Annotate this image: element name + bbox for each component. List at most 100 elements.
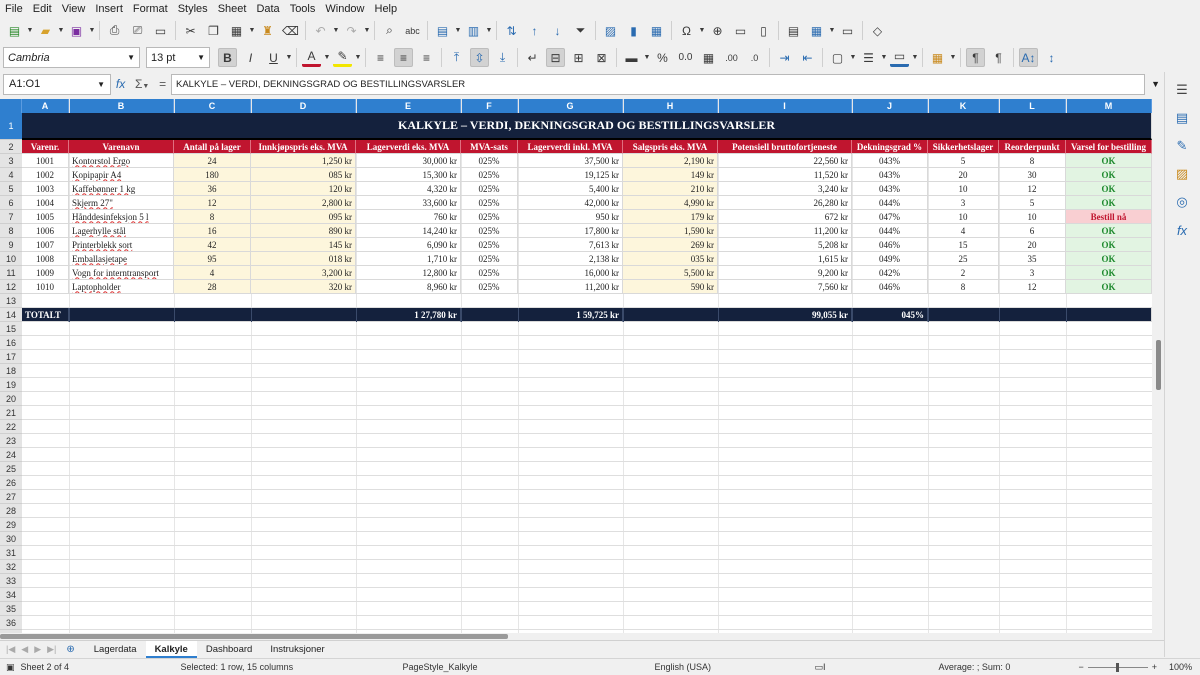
row-header[interactable]: 7 — [0, 210, 22, 224]
table-cell[interactable]: 42 — [174, 238, 251, 252]
row-header[interactable]: 26 — [0, 476, 22, 490]
row-header[interactable]: 8 — [0, 224, 22, 238]
text-direction-icon[interactable]: ↕ — [1042, 48, 1061, 67]
table-cell[interactable]: 4 — [928, 224, 999, 238]
chevron-down-icon[interactable]: ▼ — [57, 21, 65, 40]
sheet-tab-lagerdata[interactable]: Lagerdata — [85, 641, 146, 658]
select-all-corner[interactable] — [0, 99, 22, 113]
borders-icon[interactable]: ▢ — [828, 48, 847, 67]
table-cell[interactable]: 1002 — [22, 168, 69, 182]
total-cell[interactable]: 1 59,725 kr — [518, 308, 623, 322]
left-to-right-icon[interactable]: ¶ — [966, 48, 985, 67]
table-cell[interactable]: 37,500 kr — [518, 154, 623, 168]
table-cell[interactable]: 12 — [999, 182, 1066, 196]
total-cell[interactable]: TOTALT — [22, 308, 69, 322]
table-cell[interactable]: 1,590 kr — [623, 224, 718, 238]
column-header[interactable]: F — [461, 99, 518, 113]
align-top-icon[interactable]: ⤒ — [447, 48, 466, 67]
sum-icon[interactable]: Σ▼ — [135, 77, 149, 91]
row-header[interactable]: 6 — [0, 196, 22, 210]
row-header[interactable]: 24 — [0, 448, 22, 462]
sheet-tab-kalkyle[interactable]: Kalkyle — [145, 641, 197, 658]
define-print-area-icon[interactable]: ▤ — [784, 21, 803, 40]
header-cell[interactable]: Varsel for bestilling — [1066, 140, 1152, 154]
table-cell[interactable]: 20 — [928, 168, 999, 182]
unmerge-cells-icon[interactable]: ⊠ — [592, 48, 611, 67]
table-cell[interactable]: 760 kr — [356, 210, 461, 224]
cut-icon[interactable]: ✂ — [181, 21, 200, 40]
table-cell[interactable]: 3 — [999, 266, 1066, 280]
row-header[interactable]: 5 — [0, 182, 22, 196]
underline-icon[interactable]: U — [264, 48, 283, 67]
table-cell[interactable]: 8,960 kr — [356, 280, 461, 294]
menu-item-edit[interactable]: Edit — [28, 3, 57, 15]
language[interactable]: English (USA) — [655, 662, 815, 672]
table-cell[interactable]: OK — [1066, 154, 1152, 168]
table-cell[interactable]: 30,000 kr — [356, 154, 461, 168]
number-format-icon[interactable]: 0.0 — [676, 48, 695, 67]
split-window-icon[interactable]: ▭ — [838, 21, 857, 40]
chevron-down-icon[interactable]: ▼ — [643, 48, 651, 67]
column-header[interactable]: I — [718, 99, 852, 113]
column-header[interactable]: E — [356, 99, 461, 113]
print-preview-icon[interactable]: ▭ — [151, 21, 170, 40]
column-header[interactable]: B — [69, 99, 174, 113]
header-cell[interactable]: Reorderpunkt — [999, 140, 1066, 154]
table-cell[interactable]: 28 — [174, 280, 251, 294]
table-cell[interactable]: 025% — [461, 154, 518, 168]
function-wizard-icon[interactable]: fx — [116, 77, 125, 91]
sort-ascending-icon[interactable]: ↑ — [525, 21, 544, 40]
chevron-down-icon[interactable]: ▼ — [698, 21, 706, 40]
chevron-down-icon[interactable]: ▼ — [88, 21, 96, 40]
table-cell[interactable]: 6,090 kr — [356, 238, 461, 252]
row-header[interactable]: 30 — [0, 532, 22, 546]
open-folder-icon[interactable]: ▰ — [36, 21, 55, 40]
chevron-down-icon[interactable]: ▼ — [880, 48, 888, 67]
table-cell[interactable]: 1,710 kr — [356, 252, 461, 266]
table-cell[interactable]: 95 — [174, 252, 251, 266]
new-document-icon[interactable]: ▤ — [5, 21, 24, 40]
hamburger-menu-icon[interactable]: ☰ — [1172, 80, 1192, 100]
table-cell[interactable]: 30 — [999, 168, 1066, 182]
chevron-down-icon[interactable]: ▼ — [363, 21, 371, 40]
font-color-icon[interactable]: A — [302, 48, 321, 67]
spreadsheet-grid[interactable]: ABCDEFGHIJKLM 1 2 3 4 5 6 7 8 9 10 11 12 13 14 15 16 17 1… — [0, 99, 1152, 633]
navigator-icon[interactable]: ◎ — [1172, 192, 1192, 212]
gallery-icon[interactable]: ▨ — [1172, 164, 1192, 184]
row-header[interactable]: 29 — [0, 518, 22, 532]
vertical-scroll-thumb[interactable] — [1156, 340, 1161, 390]
header-cell[interactable]: Dekningsgrad % — [852, 140, 928, 154]
border-color-icon[interactable]: ▭ — [890, 48, 909, 67]
table-cell[interactable]: 7,560 kr — [718, 280, 852, 294]
column-header[interactable]: J — [852, 99, 928, 113]
hyperlink-icon[interactable]: ⊕ — [708, 21, 727, 40]
table-cell[interactable]: Kontorstol Ergo — [69, 154, 174, 168]
table-cell[interactable]: 33,600 kr — [356, 196, 461, 210]
table-cell[interactable]: 4,320 kr — [356, 182, 461, 196]
row-header[interactable]: 13 — [0, 294, 22, 308]
row-header[interactable]: 31 — [0, 546, 22, 560]
autofilter-icon[interactable]: ⏷ — [571, 21, 590, 40]
table-cell[interactable]: OK — [1066, 280, 1152, 294]
table-cell[interactable]: 8 — [174, 210, 251, 224]
table-cell[interactable]: 950 kr — [518, 210, 623, 224]
spelling-icon[interactable]: abc — [403, 21, 422, 40]
table-cell[interactable]: OK — [1066, 238, 1152, 252]
italic-icon[interactable]: I — [241, 48, 260, 67]
table-cell[interactable]: 42,000 kr — [518, 196, 623, 210]
column-header[interactable]: M — [1066, 99, 1152, 113]
properties-icon[interactable]: ▤ — [1172, 108, 1192, 128]
chevron-down-icon[interactable]: ▼ — [354, 48, 362, 67]
table-cell[interactable]: 047% — [852, 210, 928, 224]
freeze-rows-columns-icon[interactable]: ▦ — [807, 21, 826, 40]
column-header[interactable]: C — [174, 99, 251, 113]
conditional-format-icon[interactable]: ▦ — [928, 48, 947, 67]
table-cell[interactable]: 11,200 kr — [718, 224, 852, 238]
row-header[interactable]: 11 — [0, 266, 22, 280]
clear-formatting-icon[interactable]: ⌫ — [281, 21, 300, 40]
table-cell[interactable]: 11,200 kr — [518, 280, 623, 294]
table-cell[interactable]: OK — [1066, 168, 1152, 182]
row-header[interactable]: 17 — [0, 350, 22, 364]
menu-item-tools[interactable]: Tools — [285, 3, 321, 15]
undo-icon[interactable]: ↶ — [311, 21, 330, 40]
